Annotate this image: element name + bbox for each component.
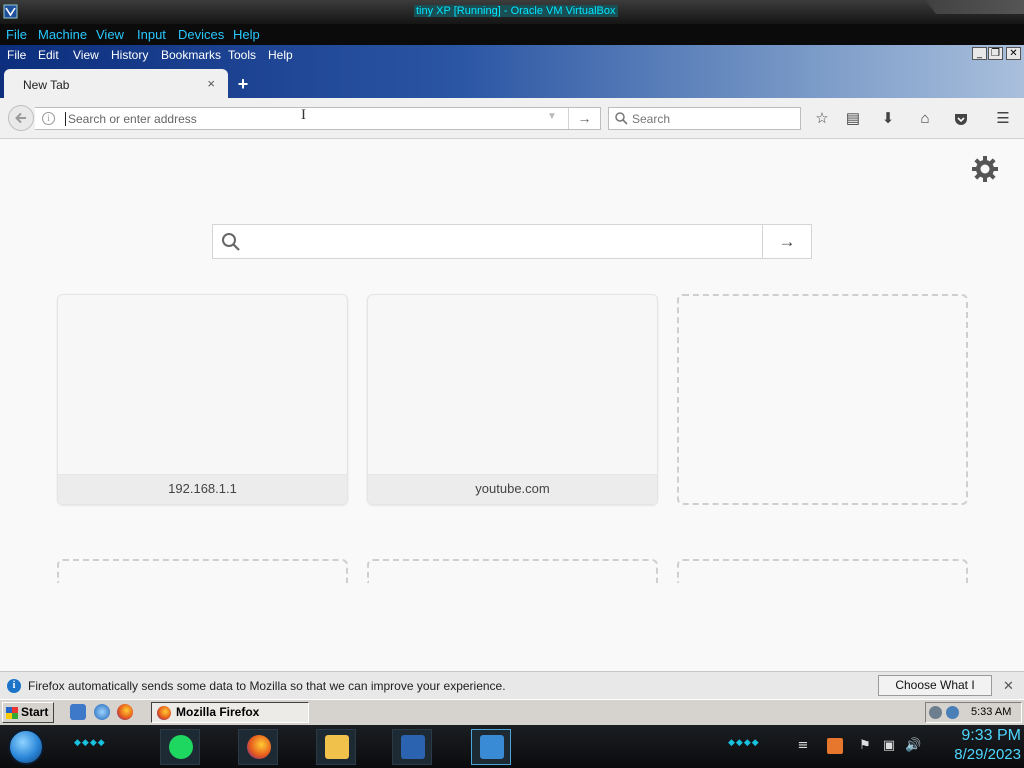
star-icon[interactable]: ☆	[812, 109, 832, 129]
menu-icon[interactable]: ☰	[993, 109, 1013, 129]
tile-label: youtube.com	[368, 474, 657, 504]
vb-menu-view[interactable]: View	[96, 27, 124, 42]
vb-menu-input[interactable]: Input	[137, 27, 166, 42]
top-site-tile[interactable]: youtube.com	[367, 294, 658, 505]
address-placeholder[interactable]: Search or enter address	[68, 112, 197, 126]
ff-menu-bookmarks[interactable]: Bookmarks	[161, 48, 221, 62]
back-arrow-icon	[15, 112, 26, 124]
empty-tile-placeholder	[677, 294, 968, 505]
internet-explorer-icon[interactable]	[94, 704, 110, 720]
close-window-button[interactable]: ✕	[1006, 47, 1021, 60]
taskbar-app-spotify[interactable]	[160, 729, 200, 765]
history-dropdown-icon[interactable]: ▼	[547, 111, 557, 122]
taskbar-item-label: Mozilla Firefox	[176, 705, 260, 719]
ff-menu-edit[interactable]: Edit	[38, 48, 59, 62]
tab-label: New Tab	[23, 78, 70, 92]
search-icon	[222, 233, 240, 251]
ff-menu-file[interactable]: File	[7, 48, 26, 62]
tiny-xp-vm-icon	[480, 735, 504, 759]
taskbar-app-firefox[interactable]	[238, 729, 278, 765]
network-icon[interactable]: ▣	[881, 738, 897, 754]
newtab-search-input[interactable]: →	[212, 224, 812, 259]
folder-icon	[325, 735, 349, 759]
search-bar[interactable]: Search	[608, 107, 801, 130]
vb-menu-file[interactable]: File	[6, 27, 27, 42]
tab-new-tab[interactable]: New Tab ×	[4, 69, 228, 99]
notification-message: Firefox automatically sends some data to…	[28, 679, 506, 693]
show-desktop-icon[interactable]	[70, 704, 86, 720]
vb-menu-help[interactable]: Help	[233, 27, 260, 42]
restore-button[interactable]: ❐	[988, 47, 1003, 60]
empty-tile-placeholder	[367, 559, 658, 583]
newtab-search-go-button[interactable]: →	[762, 225, 811, 258]
tray-overflow-icon[interactable]: ≡	[795, 738, 811, 754]
home-icon[interactable]: ⌂	[915, 109, 935, 129]
host-clock-date[interactable]: 8/29/2023	[935, 746, 1021, 763]
firefox-quicklaunch-icon[interactable]	[117, 704, 133, 720]
vb-menu-machine[interactable]: Machine	[38, 27, 87, 42]
firefox-icon	[247, 735, 271, 759]
taskbar-decoration: ◆◆◆◆	[74, 737, 106, 747]
volume-icon[interactable]: 🔊	[905, 738, 921, 754]
taskbar-app-explorer[interactable]	[316, 729, 356, 765]
tray-network-icon[interactable]	[946, 706, 959, 719]
reading-list-icon[interactable]: ▤	[843, 109, 863, 129]
back-button[interactable]	[8, 105, 34, 131]
vb-menu-devices[interactable]: Devices	[178, 27, 224, 42]
taskbar-app-virtualbox[interactable]	[392, 729, 432, 765]
downloads-icon[interactable]: ⬇	[878, 109, 898, 129]
ff-menu-view[interactable]: View	[73, 48, 99, 62]
empty-tile-placeholder	[677, 559, 968, 583]
windows-logo-icon	[6, 707, 18, 719]
search-icon	[615, 112, 628, 125]
search-placeholder[interactable]: Search	[632, 112, 670, 126]
firefox-icon	[157, 706, 171, 720]
virtualbox-titlebar: tiny XP [Running] - Oracle VM VirtualBox	[0, 0, 1024, 24]
ff-menu-history[interactable]: History	[111, 48, 148, 62]
close-notification-icon[interactable]: ✕	[1003, 678, 1014, 694]
host-start-orb[interactable]	[8, 729, 44, 765]
titlebar-decoration	[925, 0, 1024, 14]
top-site-tile[interactable]: 192.168.1.1	[57, 294, 348, 505]
virtualbox-icon	[401, 735, 425, 759]
ff-menu-tools[interactable]: Tools	[228, 48, 256, 62]
taskbar-app-tiny-xp[interactable]	[471, 729, 511, 765]
virtualbox-icon	[3, 4, 18, 19]
telemetry-notification-bar: i Firefox automatically sends some data …	[0, 671, 1024, 711]
tile-label: 192.168.1.1	[58, 474, 347, 504]
tab-close-icon[interactable]: ×	[207, 76, 215, 91]
window-title: tiny XP [Running] - Oracle VM VirtualBox	[414, 5, 618, 17]
choose-what-i-share-button[interactable]: Choose What I Share	[878, 675, 992, 711]
taskbar-item-firefox[interactable]: Mozilla Firefox	[151, 702, 309, 723]
host-clock-time[interactable]: 9:33 PM	[941, 727, 1021, 745]
pocket-icon[interactable]	[951, 109, 971, 129]
address-bar[interactable]: i Search or enter address ▼ →	[35, 107, 601, 130]
ff-menu-help[interactable]: Help	[268, 48, 293, 62]
go-button[interactable]: →	[568, 108, 600, 129]
taskbar-decoration: ◆◆◆◆	[728, 737, 760, 747]
tray-app-icon[interactable]	[827, 738, 843, 754]
tray-update-icon[interactable]	[929, 706, 942, 719]
gear-icon[interactable]	[970, 154, 1000, 184]
spotify-icon	[169, 735, 193, 759]
empty-tile-placeholder	[57, 559, 348, 583]
start-button[interactable]: Start	[2, 702, 54, 723]
text-caret	[65, 112, 66, 126]
action-center-flag-icon[interactable]: ⚑	[857, 738, 873, 754]
xp-clock: 5:33 AM	[971, 706, 1012, 718]
xp-system-tray: 5:33 AM	[925, 702, 1022, 723]
text-cursor-icon: I	[301, 107, 306, 123]
minimize-button[interactable]: _	[972, 47, 987, 60]
site-info-icon[interactable]: i	[42, 112, 55, 125]
start-label: Start	[21, 705, 49, 719]
info-icon: i	[7, 679, 21, 693]
new-tab-button[interactable]: +	[233, 74, 253, 94]
virtualbox-menubar: File Machine View Input Devices Help	[0, 24, 1024, 45]
